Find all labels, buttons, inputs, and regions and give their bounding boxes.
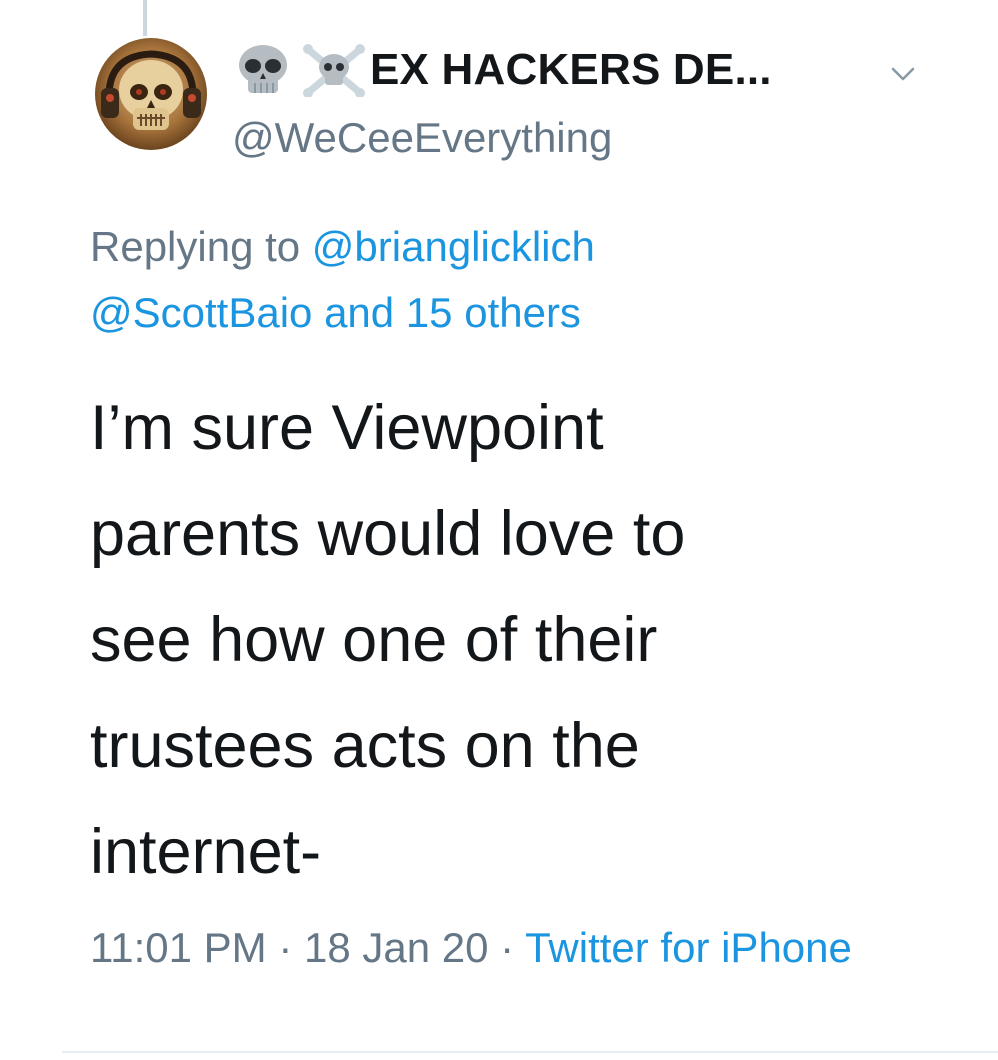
skull-crossbones-emoji-icon xyxy=(302,43,366,98)
tweet-body: I’m sure Viewpoint parents would love to… xyxy=(90,393,686,887)
chevron-down-icon[interactable] xyxy=(888,62,918,86)
meta-separator: · xyxy=(488,924,526,971)
tweet-source-link[interactable]: Twitter for iPhone xyxy=(525,924,852,971)
replying-to: Replying to @brianglicklich @ScottBaio a… xyxy=(90,214,950,346)
skull-avatar-image xyxy=(95,38,207,150)
reply-mention-link[interactable]: @brianglicklich xyxy=(312,223,595,270)
tweet-time[interactable]: 11:01 PM xyxy=(90,924,267,971)
divider xyxy=(62,1051,998,1053)
replying-prefix: Replying to xyxy=(90,223,312,270)
avatar[interactable] xyxy=(95,38,207,150)
skull-emoji-icon xyxy=(232,43,294,97)
tweet-date[interactable]: 18 Jan 20 xyxy=(304,924,489,971)
reply-others-link[interactable]: @ScottBaio and 15 others xyxy=(90,289,581,336)
thread-connector-line xyxy=(143,0,147,36)
tweet-metadata: 11:01 PM · 18 Jan 20 · Twitter for iPhon… xyxy=(90,914,970,982)
tweet-header[interactable]: EX HACKERS DE... xyxy=(232,40,772,100)
user-handle[interactable]: @WeCeeEverything xyxy=(232,114,612,162)
meta-separator: · xyxy=(266,924,304,971)
display-name[interactable]: EX HACKERS DE... xyxy=(370,45,772,95)
